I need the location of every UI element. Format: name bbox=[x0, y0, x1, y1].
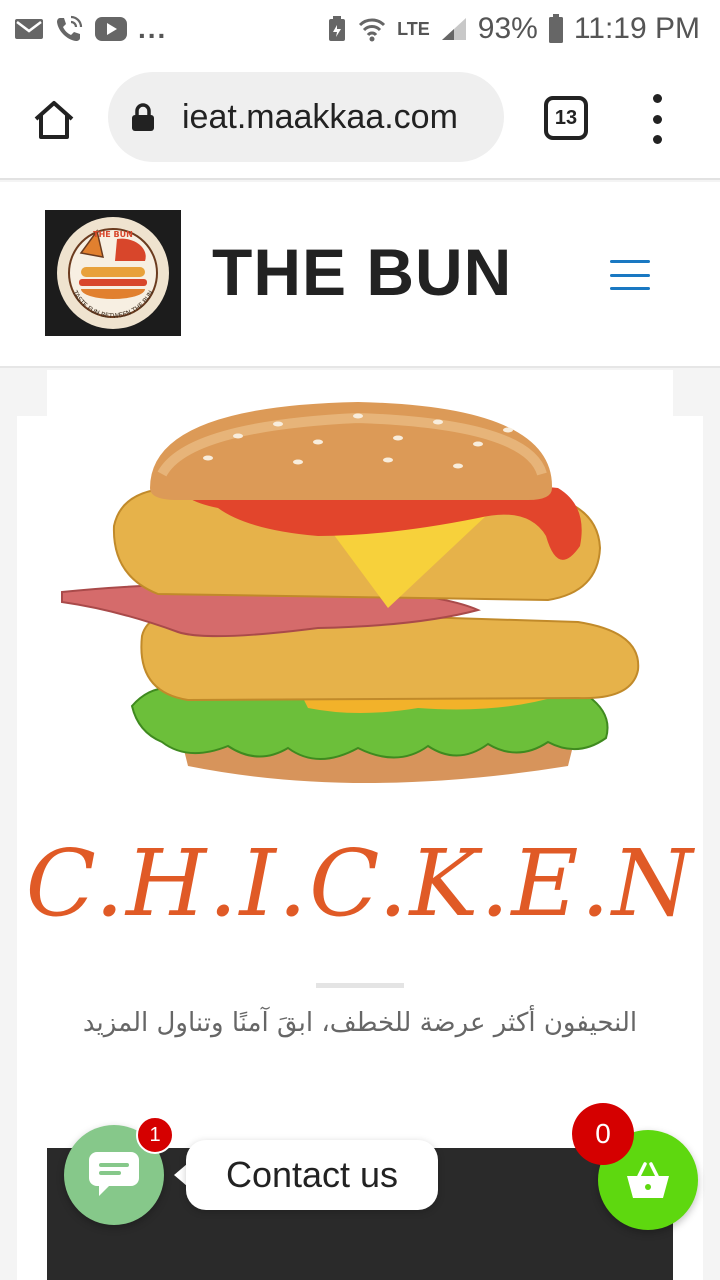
clock: 11:19 PM bbox=[573, 12, 700, 45]
home-icon[interactable] bbox=[30, 96, 78, 144]
lock-icon bbox=[130, 102, 158, 132]
chicken-burger-image bbox=[61, 402, 640, 783]
status-left: ... bbox=[14, 13, 167, 45]
battery-icon bbox=[548, 14, 564, 44]
status-right: LTE 93% 11:19 PM bbox=[327, 12, 700, 46]
wifi-icon bbox=[357, 15, 387, 43]
divider bbox=[316, 983, 404, 988]
site-header: THE BUN TASTE FUN BETWEEN THE BUN THE BU… bbox=[0, 182, 720, 368]
youtube-icon bbox=[94, 16, 128, 42]
status-bar: ... LTE 93% 11:19 PM bbox=[0, 0, 720, 58]
chat-notification-badge: 1 bbox=[136, 1116, 174, 1154]
url-text: ieat.maakkaa.com bbox=[182, 97, 458, 136]
wifi-call-icon bbox=[54, 14, 84, 44]
site-title[interactable]: THE BUN bbox=[212, 234, 512, 310]
site-logo[interactable]: THE BUN TASTE FUN BETWEEN THE BUN bbox=[45, 210, 181, 336]
chat-bubble-icon bbox=[89, 1152, 139, 1196]
menu-dots-icon[interactable] bbox=[642, 94, 672, 144]
mail-icon bbox=[14, 17, 44, 41]
browser-toolbar: ieat.maakkaa.com 13 bbox=[0, 58, 720, 180]
hero-heading: C.H.I.C.K.E.N bbox=[25, 830, 695, 937]
url-bar[interactable]: ieat.maakkaa.com bbox=[108, 72, 504, 162]
hamburger-icon[interactable] bbox=[610, 260, 650, 290]
network-type: LTE bbox=[397, 19, 430, 39]
battery-percent: 93% bbox=[477, 12, 538, 45]
battery-saver-icon bbox=[327, 15, 347, 43]
hero-tagline: النحيفون أكثر عرضة للخطف، ابقَ آمنًا وتن… bbox=[82, 1008, 638, 1038]
contact-us-button[interactable]: Contact us bbox=[186, 1140, 438, 1210]
logo-text: THE BUN bbox=[93, 230, 133, 239]
status-overflow: ... bbox=[138, 13, 168, 44]
cart-count-badge: 0 bbox=[572, 1103, 634, 1165]
basket-icon bbox=[627, 1162, 669, 1198]
tab-switcher-button[interactable]: 13 bbox=[544, 96, 588, 140]
signal-icon bbox=[440, 16, 468, 42]
